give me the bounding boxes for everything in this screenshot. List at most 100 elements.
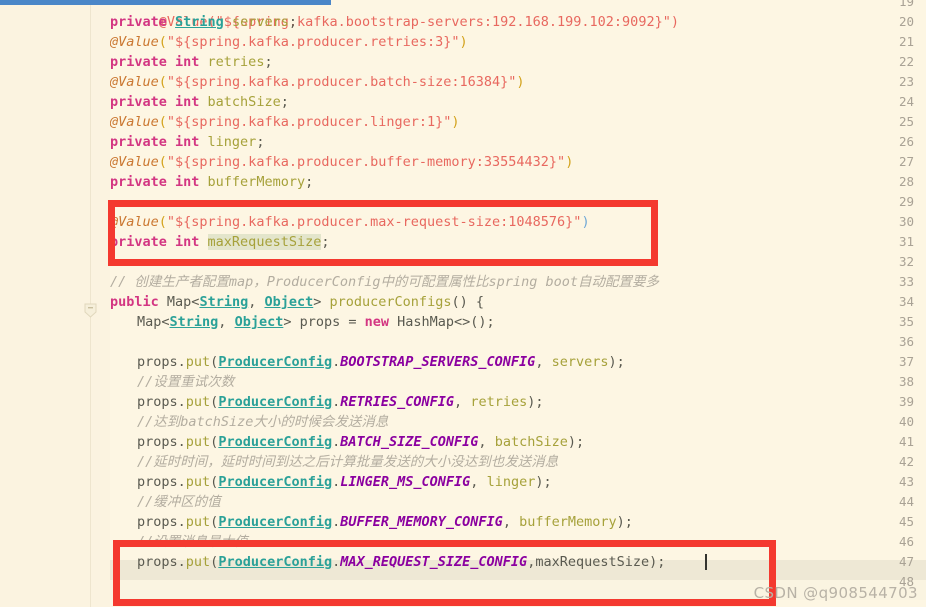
paren: ) (581, 214, 590, 230)
arg-batchSize: batchSize (494, 434, 568, 450)
code-line-31[interactable]: private int maxRequestSize; (110, 232, 329, 252)
method-put[interactable]: put (186, 434, 210, 450)
method-producerConfigs[interactable]: producerConfigs (330, 294, 452, 310)
constant-buffer-memory-config[interactable]: BUFFER_MEMORY_CONFIG (340, 514, 503, 530)
keyword-public: public (110, 294, 159, 310)
paren: ( (158, 74, 167, 90)
keyword-new: new (364, 314, 390, 330)
keyword-private-int: private int (110, 54, 200, 70)
code-line-30[interactable]: @Value("${spring.kafka.producer.max-requ… (110, 212, 590, 232)
code-line-21[interactable]: @Value("${spring.kafka.producer.retries:… (110, 32, 468, 52)
annotation-value[interactable]: @Value (110, 34, 159, 50)
annotation-value[interactable]: @Value (110, 74, 159, 90)
line-number: 47 (898, 554, 914, 569)
type-String[interactable]: String (175, 14, 224, 30)
constant-bootstrap-servers-config[interactable]: BOOTSTRAP_SERVERS_CONFIG (340, 354, 535, 370)
props-receiver: props. (137, 434, 186, 450)
line-number: 37 (898, 354, 914, 369)
code-line-22[interactable]: private int retries; (110, 52, 273, 72)
type-Map: Map< (166, 294, 200, 310)
method-put[interactable]: put (186, 394, 210, 410)
string-literal: "${spring.kafka.producer.batch-size:1638… (166, 74, 517, 90)
code-line-34[interactable]: public Map<String, Object> producerConfi… (110, 292, 484, 312)
constant-retries-config[interactable]: RETRIES_CONFIG (340, 394, 454, 410)
code-line-27[interactable]: @Value("${spring.kafka.producer.buffer-m… (110, 152, 573, 172)
code-line-24[interactable]: private int batchSize; (110, 92, 289, 112)
props-receiver: props. (137, 554, 186, 570)
code-line-46[interactable]: //设置消息最大值 (110, 532, 248, 552)
type-String[interactable]: String (199, 294, 248, 310)
line-number: 41 (898, 434, 914, 449)
line-number: 40 (898, 414, 914, 429)
method-signature-tail: () { (451, 294, 484, 310)
comment-text: //缓冲区的值 (137, 494, 221, 510)
class-ProducerConfig[interactable]: ProducerConfig (218, 394, 332, 410)
class-ProducerConfig[interactable]: ProducerConfig (218, 354, 332, 370)
line-number: 38 (898, 374, 914, 389)
type-Map: Map< (137, 314, 170, 330)
type-Object[interactable]: Object (235, 314, 284, 330)
code-line-44[interactable]: //缓冲区的值 (110, 492, 221, 512)
code-line-39[interactable]: props.put(ProducerConfig.RETRIES_CONFIG,… (110, 392, 543, 412)
code-line-23[interactable]: @Value("${spring.kafka.producer.batch-si… (110, 72, 525, 92)
code-line-42[interactable]: //延时时间，延时时间到达之后计算批量发送的大小没达到也发送消息 (110, 452, 558, 472)
code-line-25[interactable]: @Value("${spring.kafka.producer.linger:1… (110, 112, 460, 132)
annotation-value[interactable]: @Value (110, 154, 159, 170)
code-line-41[interactable]: props.put(ProducerConfig.BATCH_SIZE_CONF… (110, 432, 584, 452)
code-line-43[interactable]: props.put(ProducerConfig.LINGER_MS_CONFI… (110, 472, 552, 492)
semicolon: ; (256, 134, 265, 150)
code-folding-gutter[interactable] (73, 0, 110, 607)
line-number: 32 (898, 254, 914, 269)
annotation-value[interactable]: @Value (110, 214, 159, 230)
method-put[interactable]: put (186, 354, 210, 370)
paren: ) (516, 74, 525, 90)
line-number: 24 (898, 94, 914, 109)
string-literal: "${spring.kafka.producer.retries:3}" (166, 34, 460, 50)
class-ProducerConfig[interactable]: ProducerConfig (218, 474, 332, 490)
line-number-gutter[interactable] (0, 0, 74, 607)
comma: , (454, 394, 471, 410)
code-line-35[interactable]: Map<String, Object> props = new HashMap<… (110, 312, 495, 332)
fold-marker-icon[interactable] (84, 303, 97, 318)
constant-max-request-size-config[interactable]: MAX_REQUEST_SIZE_CONFIG (340, 554, 527, 570)
class-ProducerConfig[interactable]: ProducerConfig (218, 554, 332, 570)
class-ProducerConfig[interactable]: ProducerConfig (218, 434, 332, 450)
code-line-33[interactable]: // 创建生产者配置map，ProducerConfig中的可配置属性比spri… (110, 272, 659, 292)
code-line-26[interactable]: private int linger; (110, 132, 264, 152)
annotation-value[interactable]: @Value (110, 114, 159, 130)
method-put[interactable]: put (186, 514, 210, 530)
class-ProducerConfig[interactable]: ProducerConfig (218, 514, 332, 530)
hashmap-ctor: HashMap<>(); (389, 314, 495, 330)
code-text-area[interactable]: @Value("${spring.kafka.bootstrap-servers… (110, 0, 926, 607)
line-number: 27 (898, 154, 914, 169)
code-line-37[interactable]: props.put(ProducerConfig.BOOTSTRAP_SERVE… (110, 352, 625, 372)
semicolon: ; (321, 234, 330, 250)
code-line-45[interactable]: props.put(ProducerConfig.BUFFER_MEMORY_C… (110, 512, 633, 532)
paren-semicolon: ); (649, 554, 666, 570)
constant-linger-ms-config[interactable]: LINGER_MS_CONFIG (340, 474, 470, 490)
code-line-47[interactable]: props.put(ProducerConfig.MAX_REQUEST_SIZ… (110, 552, 665, 572)
comma: , (470, 474, 487, 490)
paren-semicolon: ); (535, 474, 552, 490)
props-receiver: props. (137, 514, 186, 530)
code-line-20[interactable]: private String servers; (110, 12, 297, 32)
code-line-38[interactable]: //设置重试次数 (110, 372, 234, 392)
paren-semicolon: ); (567, 434, 585, 450)
method-put[interactable]: put (186, 474, 210, 490)
method-put[interactable]: put (186, 554, 210, 570)
line-number: 34 (898, 294, 914, 309)
code-editor-screenshot: 19 20 21 22 23 24 25 26 27 28 29 30 31 3… (0, 0, 926, 607)
line-number: 21 (898, 34, 914, 49)
code-line-28[interactable]: private int bufferMemory; (110, 172, 313, 192)
type-String[interactable]: String (170, 314, 219, 330)
constant-batch-size-config[interactable]: BATCH_SIZE_CONFIG (340, 434, 478, 450)
string-literal: "${spring.kafka.producer.max-request-siz… (166, 214, 582, 230)
semicolon: ; (280, 94, 289, 110)
type-Object[interactable]: Object (264, 294, 313, 310)
code-line-40[interactable]: //达到batchSize大小的时候会发送消息 (110, 412, 388, 432)
